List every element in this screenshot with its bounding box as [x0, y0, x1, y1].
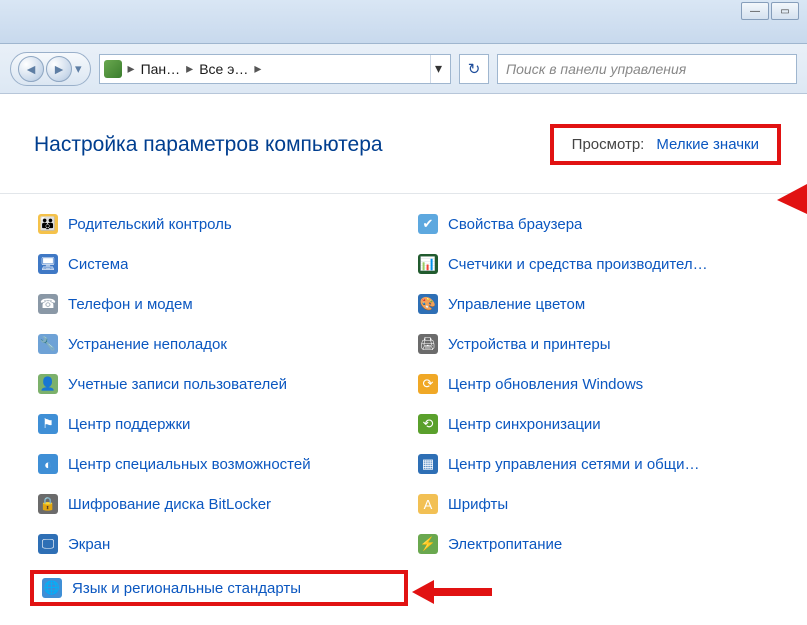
item-action-center[interactable]: ⚑ Центр поддержки: [34, 412, 404, 436]
address-bar[interactable]: ▸ Пан… ▸ Все э… ▸ ▾: [99, 54, 451, 84]
item-display-icon: 🖵: [38, 534, 58, 554]
item-sync-center[interactable]: ⟲ Центр синхронизации: [414, 412, 784, 436]
item-label: Учетные записи пользователей: [68, 376, 287, 393]
item-sync-center-icon: ⟲: [418, 414, 438, 434]
item-label: Центр обновления Windows: [448, 376, 643, 393]
control-panel-icon: [104, 60, 122, 78]
view-label: Просмотр:: [572, 136, 645, 153]
item-bitlocker-icon: 🔒: [38, 494, 58, 514]
item-region-language[interactable]: 🌐 Язык и региональные стандарты: [38, 576, 400, 600]
item-label: Шрифты: [448, 496, 508, 513]
item-devices-printers-icon: 🖨: [418, 334, 438, 354]
item-network-sharing[interactable]: ▦ Центр управления сетями и общи…: [414, 452, 784, 476]
item-label: Центр поддержки: [68, 416, 190, 433]
item-parental-control-icon: 👪: [38, 214, 58, 234]
item-label: Свойства браузера: [448, 216, 582, 233]
item-label: Устройства и принтеры: [448, 336, 610, 353]
nav-bar: ◄ ► ▾ ▸ Пан… ▸ Все э… ▸ ▾ ↻ Поиск в пане…: [0, 44, 807, 94]
item-parental-control[interactable]: 👪 Родительский контроль: [34, 212, 404, 236]
window-chrome: — ▭: [0, 0, 807, 44]
item-power-options[interactable]: ⚡ Электропитание: [414, 532, 784, 556]
item-label: Центр специальных возможностей: [68, 456, 311, 473]
item-system-icon: 🖥: [38, 254, 58, 274]
item-display[interactable]: 🖵 Экран: [34, 532, 404, 556]
item-troubleshoot-icon: 🔧: [38, 334, 58, 354]
minimize-button[interactable]: —: [741, 2, 769, 20]
item-devices-printers[interactable]: 🖨 Устройства и принтеры: [414, 332, 784, 356]
item-label: Центр управления сетями и общи…: [448, 456, 699, 473]
back-button[interactable]: ◄: [18, 56, 44, 82]
item-power-options-icon: ⚡: [418, 534, 438, 554]
item-user-accounts[interactable]: 👤 Учетные записи пользователей: [34, 372, 404, 396]
item-windows-update-icon: ⟳: [418, 374, 438, 394]
item-troubleshoot[interactable]: 🔧 Устранение неполадок: [34, 332, 404, 356]
item-system[interactable]: 🖥 Система: [34, 252, 404, 276]
item-label: Счетчики и средства производител…: [448, 256, 708, 273]
item-label: Шифрование диска BitLocker: [68, 496, 271, 513]
item-bitlocker[interactable]: 🔒 Шифрование диска BitLocker: [34, 492, 404, 516]
divider: [0, 193, 807, 194]
nav-back-forward: ◄ ► ▾: [10, 52, 91, 86]
item-ease-of-access-icon: ◐: [38, 454, 58, 474]
forward-button[interactable]: ►: [46, 56, 72, 82]
item-fonts[interactable]: A Шрифты: [414, 492, 784, 516]
content-area: Настройка параметров компьютера Просмотр…: [0, 94, 807, 625]
item-color-mgmt[interactable]: 🎨 Управление цветом: [414, 292, 784, 316]
item-label: Электропитание: [448, 536, 562, 553]
item-color-mgmt-icon: 🎨: [418, 294, 438, 314]
item-label: Устранение неполадок: [68, 336, 227, 353]
item-phone-modem-icon: ☎: [38, 294, 58, 314]
address-dropdown-icon[interactable]: ▾: [430, 55, 446, 83]
item-label: Родительский контроль: [68, 216, 232, 233]
breadcrumb-part[interactable]: Пан…: [141, 61, 181, 77]
nav-history-dropdown[interactable]: ▾: [73, 61, 84, 77]
item-label: Система: [68, 256, 128, 273]
item-windows-update[interactable]: ⟳ Центр обновления Windows: [414, 372, 784, 396]
item-ease-of-access[interactable]: ◐ Центр специальных возможностей: [34, 452, 404, 476]
item-label: Телефон и модем: [68, 296, 193, 313]
highlight-box: 🌐 Язык и региональные стандарты: [30, 570, 408, 606]
breadcrumb-sep-icon: ▸: [252, 60, 263, 77]
item-performance[interactable]: 📊 Счетчики и средства производител…: [414, 252, 784, 276]
refresh-button[interactable]: ↻: [459, 54, 489, 84]
item-label: Управление цветом: [448, 296, 585, 313]
item-internet-options[interactable]: ✔ Свойства браузера: [414, 212, 784, 236]
item-performance-icon: 📊: [418, 254, 438, 274]
breadcrumb-part[interactable]: Все э…: [199, 61, 248, 77]
item-label: Язык и региональные стандарты: [72, 580, 301, 597]
item-fonts-icon: A: [418, 494, 438, 514]
search-input[interactable]: Поиск в панели управления: [497, 54, 797, 84]
item-label: Экран: [68, 536, 110, 553]
view-value[interactable]: Мелкие значки: [656, 136, 759, 153]
page-title: Настройка параметров компьютера: [34, 133, 383, 157]
search-placeholder: Поиск в панели управления: [506, 61, 686, 77]
item-network-sharing-icon: ▦: [418, 454, 438, 474]
breadcrumb-sep-icon: ▸: [126, 60, 137, 77]
item-internet-options-icon: ✔: [418, 214, 438, 234]
item-action-center-icon: ⚑: [38, 414, 58, 434]
item-phone-modem[interactable]: ☎ Телефон и модем: [34, 292, 404, 316]
item-user-accounts-icon: 👤: [38, 374, 58, 394]
view-selector-highlight: Просмотр: Мелкие значки: [550, 124, 781, 165]
item-label: Центр синхронизации: [448, 416, 601, 433]
breadcrumb-sep-icon: ▸: [184, 60, 195, 77]
item-region-language-icon: 🌐: [42, 578, 62, 598]
maximize-button[interactable]: ▭: [771, 2, 799, 20]
